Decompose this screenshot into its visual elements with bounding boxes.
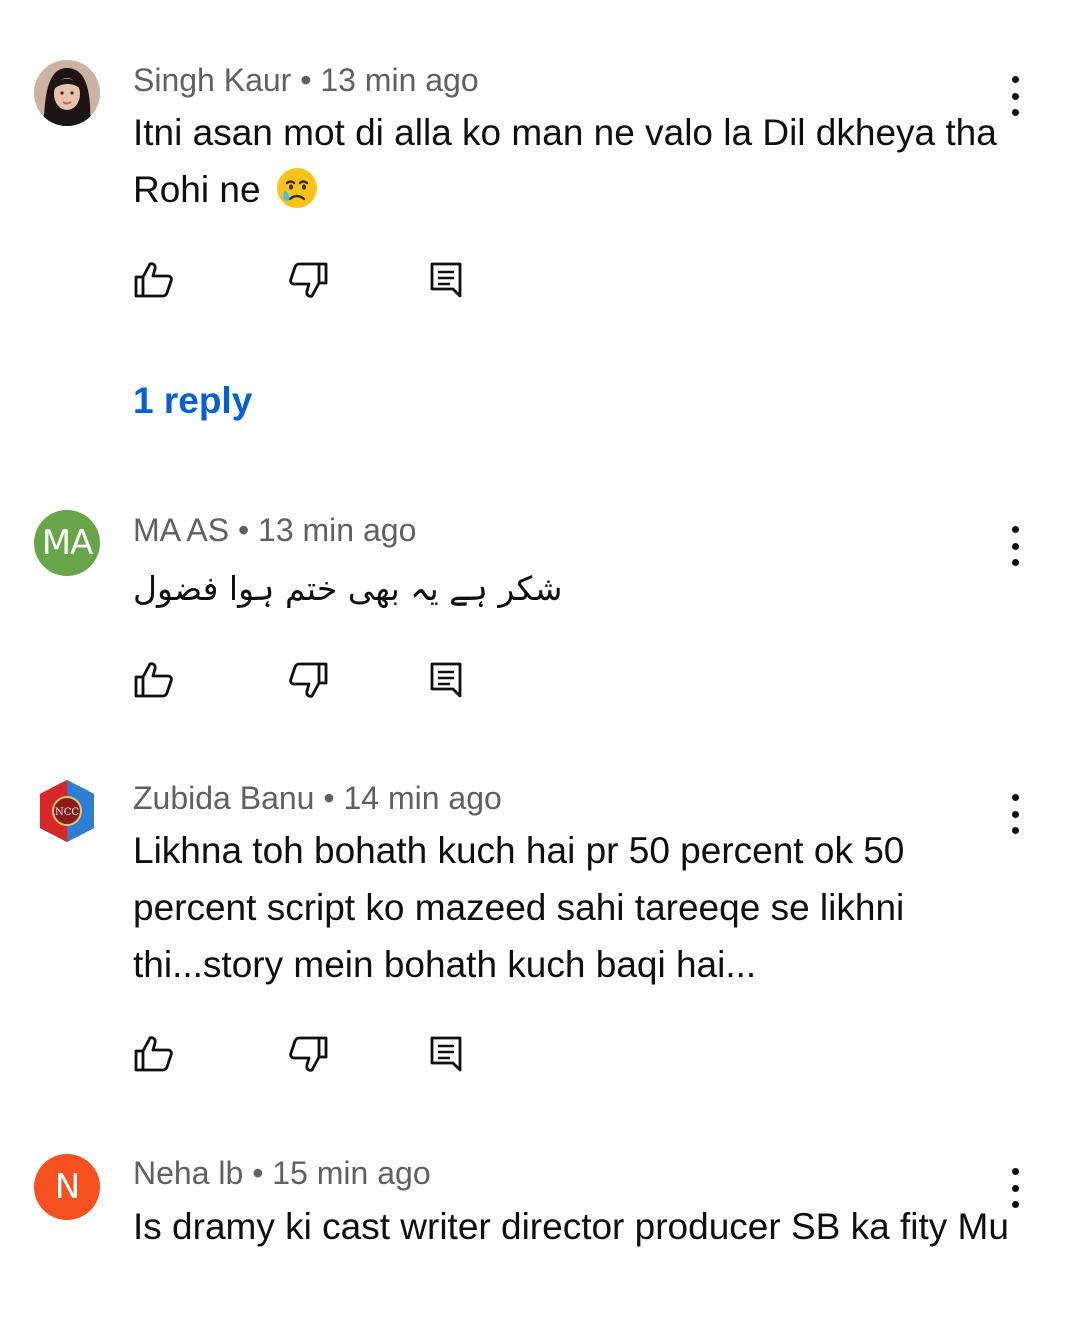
author-name[interactable]: Singh Kaur xyxy=(133,62,291,98)
like-button[interactable] xyxy=(132,258,176,302)
thumbs-down-icon xyxy=(289,662,328,698)
thumbs-down-icon xyxy=(289,262,328,298)
like-button[interactable] xyxy=(132,1032,176,1076)
reply-button[interactable] xyxy=(424,258,468,302)
more-vertical-icon[interactable] xyxy=(1000,526,1030,566)
comment-reply-icon xyxy=(430,262,462,298)
more-vertical-icon[interactable] xyxy=(1000,794,1030,834)
comment-meta: Zubida Banu • 14 min ago xyxy=(133,780,502,817)
more-vertical-icon[interactable] xyxy=(1000,1168,1030,1208)
dislike-button[interactable] xyxy=(286,258,330,302)
svg-text:NCC: NCC xyxy=(55,807,79,818)
avatar-photo xyxy=(34,60,100,126)
meta-separator: • xyxy=(291,62,321,98)
thumbs-up-icon xyxy=(134,1036,173,1072)
comment-text: Itni asan mot di alla ko man ne valo la … xyxy=(133,104,1013,218)
comment-text: Is dramy ki cast writer director produce… xyxy=(133,1206,1009,1247)
meta-separator: • xyxy=(314,780,344,816)
meta-separator: • xyxy=(243,1155,273,1191)
author-name[interactable]: Zubida Banu xyxy=(133,780,314,816)
avatar[interactable]: MA xyxy=(34,510,100,576)
reply-button[interactable] xyxy=(424,1032,468,1076)
reply-button[interactable] xyxy=(424,658,468,702)
comment-meta: Singh Kaur • 13 min ago xyxy=(133,62,479,99)
comment-meta: Neha lb • 15 min ago xyxy=(133,1155,431,1192)
view-replies-link[interactable]: 1 reply xyxy=(133,380,252,422)
dislike-button[interactable] xyxy=(286,658,330,702)
thumbs-down-icon xyxy=(289,1036,328,1072)
comment-time: 13 min ago xyxy=(258,512,417,548)
thumbs-up-icon xyxy=(134,662,173,698)
comment-reply-icon xyxy=(430,1036,462,1072)
dislike-button[interactable] xyxy=(286,1032,330,1076)
comment-reply-icon xyxy=(430,662,462,698)
avatar-initials: N xyxy=(54,1167,80,1207)
comment-text-content: Itni asan mot di alla ko man ne valo la … xyxy=(133,112,997,210)
like-button[interactable] xyxy=(132,658,176,702)
avatar-initials: MA xyxy=(41,523,94,563)
more-vertical-icon[interactable] xyxy=(1000,76,1030,116)
crying-face-icon xyxy=(275,166,319,210)
avatar[interactable] xyxy=(34,60,100,126)
thumbs-up-icon xyxy=(134,262,173,298)
avatar[interactable]: N xyxy=(34,1154,100,1220)
comment-time: 15 min ago xyxy=(272,1155,431,1191)
author-name[interactable]: MA AS xyxy=(133,512,229,548)
author-name[interactable]: Neha lb xyxy=(133,1155,243,1191)
avatar[interactable]: NCC xyxy=(34,778,100,844)
comment-text: شکر ہے یہ بھی ختم ہوا فضول xyxy=(133,569,563,608)
comment-time: 14 min ago xyxy=(343,780,502,816)
ncc-logo-icon: NCC xyxy=(40,780,94,842)
comment-text: Likhna toh bohath kuch hai pr 50 percent… xyxy=(133,830,905,985)
meta-separator: • xyxy=(229,512,259,548)
comment-meta: MA AS • 13 min ago xyxy=(133,512,416,549)
comment-time: 13 min ago xyxy=(320,62,479,98)
